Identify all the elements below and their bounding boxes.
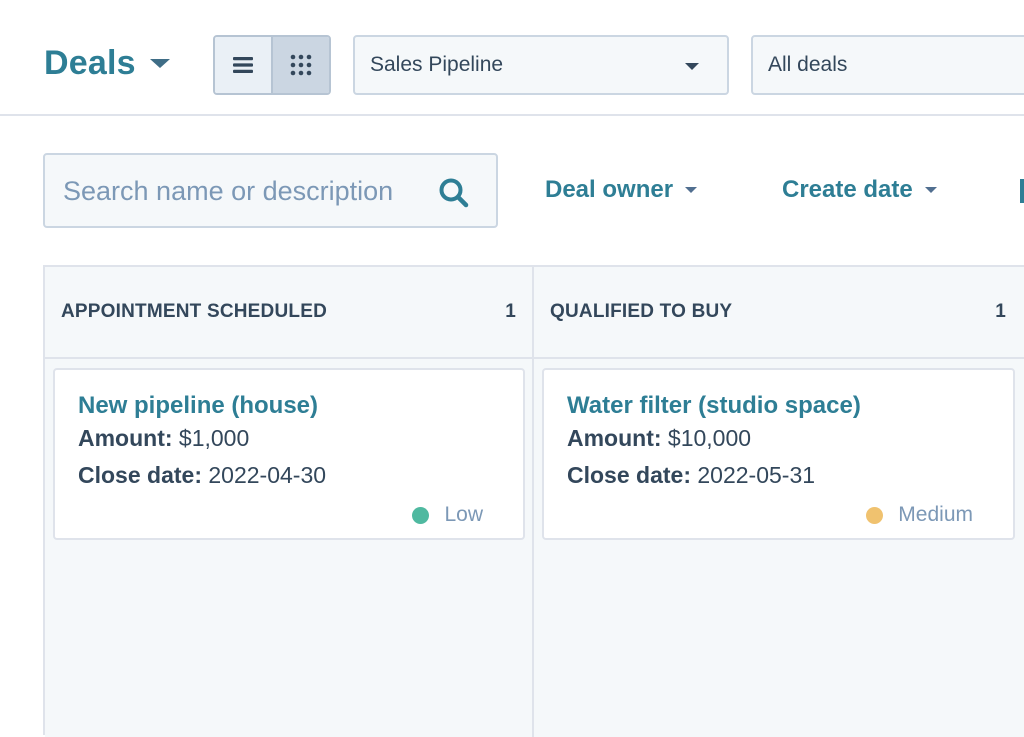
- close-date-label: Close date:: [567, 462, 691, 488]
- priority-indicator: Low: [412, 503, 483, 527]
- column-header: APPOINTMENT SCHEDULED 1: [45, 267, 532, 359]
- deal-name-link[interactable]: Water filter (studio space): [567, 392, 990, 420]
- caret-down-icon: [924, 187, 937, 193]
- list-view-button[interactable]: [215, 37, 271, 93]
- caret-down-icon: [685, 63, 699, 70]
- column-title: QUALIFIED TO BUY: [550, 301, 733, 322]
- board-column: APPOINTMENT SCHEDULED 1 New pipeline (ho…: [45, 267, 534, 737]
- deals-title-dropdown[interactable]: Deals: [44, 44, 170, 83]
- deal-close-date: Close date: 2022-05-31: [567, 457, 990, 494]
- deal-view-select-value: All deals: [768, 53, 848, 76]
- search-input[interactable]: [63, 169, 413, 213]
- create-date-filter-label: Create date: [782, 176, 913, 203]
- deal-owner-filter-label: Deal owner: [545, 176, 674, 203]
- priority-label: Low: [444, 503, 483, 526]
- board-view-icon: [290, 54, 312, 76]
- pipeline-select-value: Sales Pipeline: [370, 53, 504, 76]
- pipeline-select[interactable]: Sales Pipeline: [353, 35, 729, 95]
- close-date-label: Close date:: [78, 462, 202, 488]
- amount-label: Amount:: [567, 425, 662, 451]
- deal-amount: Amount: $1,000: [78, 420, 500, 457]
- next-filter-partial[interactable]: [1020, 179, 1024, 203]
- list-view-icon: [233, 57, 253, 73]
- create-date-filter[interactable]: Create date: [782, 176, 937, 204]
- board-column: QUALIFIED TO BUY 1 Water filter (studio …: [534, 267, 1024, 737]
- priority-indicator: Medium: [866, 503, 973, 527]
- deal-amount: Amount: $10,000: [567, 420, 990, 457]
- column-title: APPOINTMENT SCHEDULED: [61, 301, 327, 322]
- deal-card[interactable]: Water filter (studio space) Amount: $10,…: [542, 368, 1015, 540]
- deal-owner-filter[interactable]: Deal owner: [545, 176, 698, 204]
- close-date-value: 2022-04-30: [208, 462, 327, 488]
- deal-card[interactable]: New pipeline (house) Amount: $1,000 Clos…: [53, 368, 525, 540]
- search-box: [43, 153, 498, 228]
- column-count: 1: [505, 301, 516, 322]
- column-header: QUALIFIED TO BUY 1: [534, 267, 1024, 359]
- deals-board: APPOINTMENT SCHEDULED 1 New pipeline (ho…: [43, 265, 1024, 737]
- amount-value: $1,000: [178, 425, 250, 451]
- view-toggle: [213, 35, 331, 95]
- priority-dot-icon: [412, 506, 430, 524]
- top-bar: Deals Sales Pipeline All deals: [0, 0, 1024, 116]
- deal-close-date: Close date: 2022-04-30: [78, 457, 500, 494]
- search-icon[interactable]: [438, 177, 470, 209]
- page-title: Deals: [44, 44, 136, 82]
- close-date-value: 2022-05-31: [697, 462, 816, 488]
- column-count: 1: [995, 301, 1006, 322]
- priority-label: Medium: [898, 503, 973, 526]
- amount-label: Amount:: [78, 425, 173, 451]
- chevron-down-icon: [149, 59, 170, 68]
- board-view-button[interactable]: [271, 37, 329, 93]
- caret-down-icon: [685, 187, 698, 193]
- deal-view-select[interactable]: All deals: [751, 35, 1024, 95]
- priority-dot-icon: [866, 506, 884, 524]
- deal-name-link[interactable]: New pipeline (house): [78, 392, 500, 420]
- amount-value: $10,000: [667, 425, 752, 451]
